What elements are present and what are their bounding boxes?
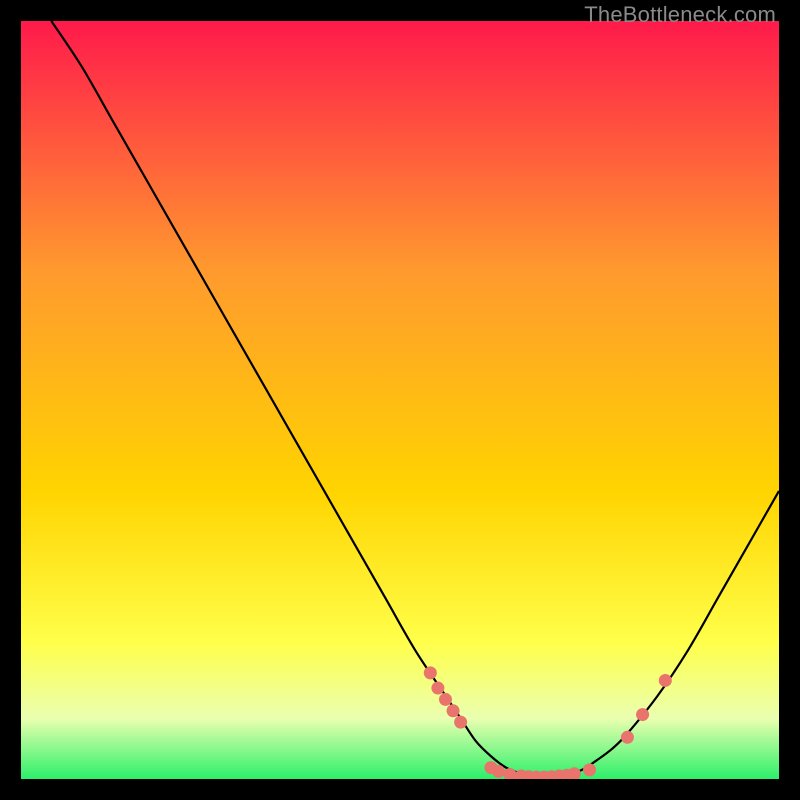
data-marker: [621, 731, 634, 744]
data-marker: [492, 765, 505, 778]
bottleneck-chart: [21, 21, 779, 779]
watermark-text: TheBottleneck.com: [584, 2, 776, 28]
data-marker: [583, 763, 596, 776]
data-marker: [439, 693, 452, 706]
data-marker: [454, 716, 467, 729]
gradient-background: [21, 21, 779, 779]
data-marker: [659, 674, 672, 687]
data-marker: [636, 708, 649, 721]
data-marker: [431, 682, 444, 695]
chart-frame: [21, 21, 779, 779]
data-marker: [447, 704, 460, 717]
data-marker: [424, 666, 437, 679]
